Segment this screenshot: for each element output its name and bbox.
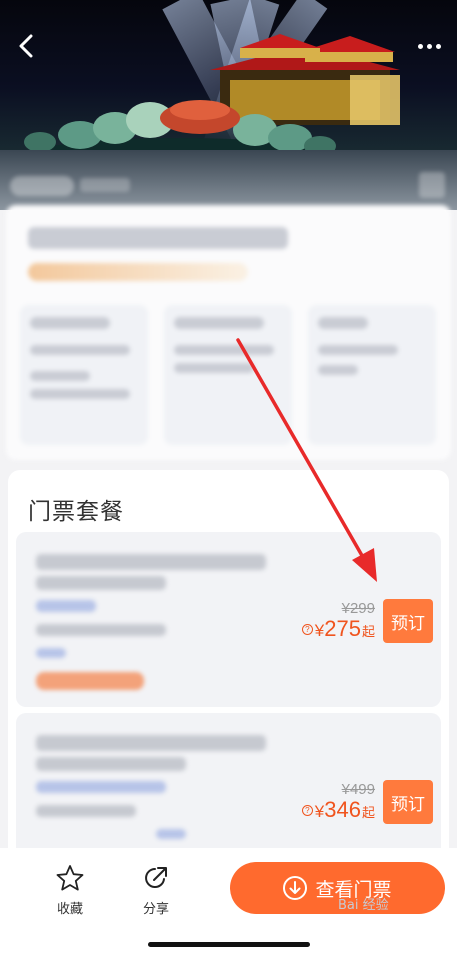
lotus-stage-illustration (20, 100, 340, 160)
home-indicator (148, 942, 310, 947)
sale-price: ? ¥ 346 起 (301, 797, 375, 823)
section-title: 门票套餐 (28, 499, 124, 525)
watermark: Bai 经验 (338, 898, 389, 913)
help-circle-icon[interactable]: ? (301, 623, 313, 635)
blurred-info-card (6, 205, 451, 460)
ticket-packages-section: 门票套餐 ¥299 ? ¥ 275 起 预订 ¥499 ? ¥ 346 起 预订 (8, 470, 449, 890)
favorite-button[interactable]: 收藏 (45, 862, 95, 917)
share-button[interactable]: 分享 (131, 862, 181, 917)
more-horizontal-icon (417, 43, 423, 49)
screen: 门票套餐 ¥299 ? ¥ 275 起 预订 ¥499 ? ¥ 346 起 预订… (0, 0, 457, 955)
help-circle-icon[interactable]: ? (301, 804, 313, 816)
book-button[interactable]: 预订 (383, 599, 433, 643)
chevron-left-icon (19, 34, 33, 58)
arrow-down-circle-icon (283, 876, 308, 900)
sale-price: ? ¥ 275 起 (301, 616, 375, 642)
star-outline-icon (56, 865, 84, 891)
original-price: ¥499 (341, 781, 375, 798)
ticket-item[interactable]: ¥299 ? ¥ 275 起 预订 (16, 532, 441, 707)
share-arrow-icon (145, 867, 167, 888)
back-button[interactable] (12, 32, 40, 60)
more-button[interactable] (413, 36, 445, 56)
blurred-banner-strip (0, 150, 457, 210)
original-price: ¥299 (341, 600, 375, 617)
hero-banner-image (0, 0, 457, 160)
book-button[interactable]: 预订 (383, 780, 433, 824)
